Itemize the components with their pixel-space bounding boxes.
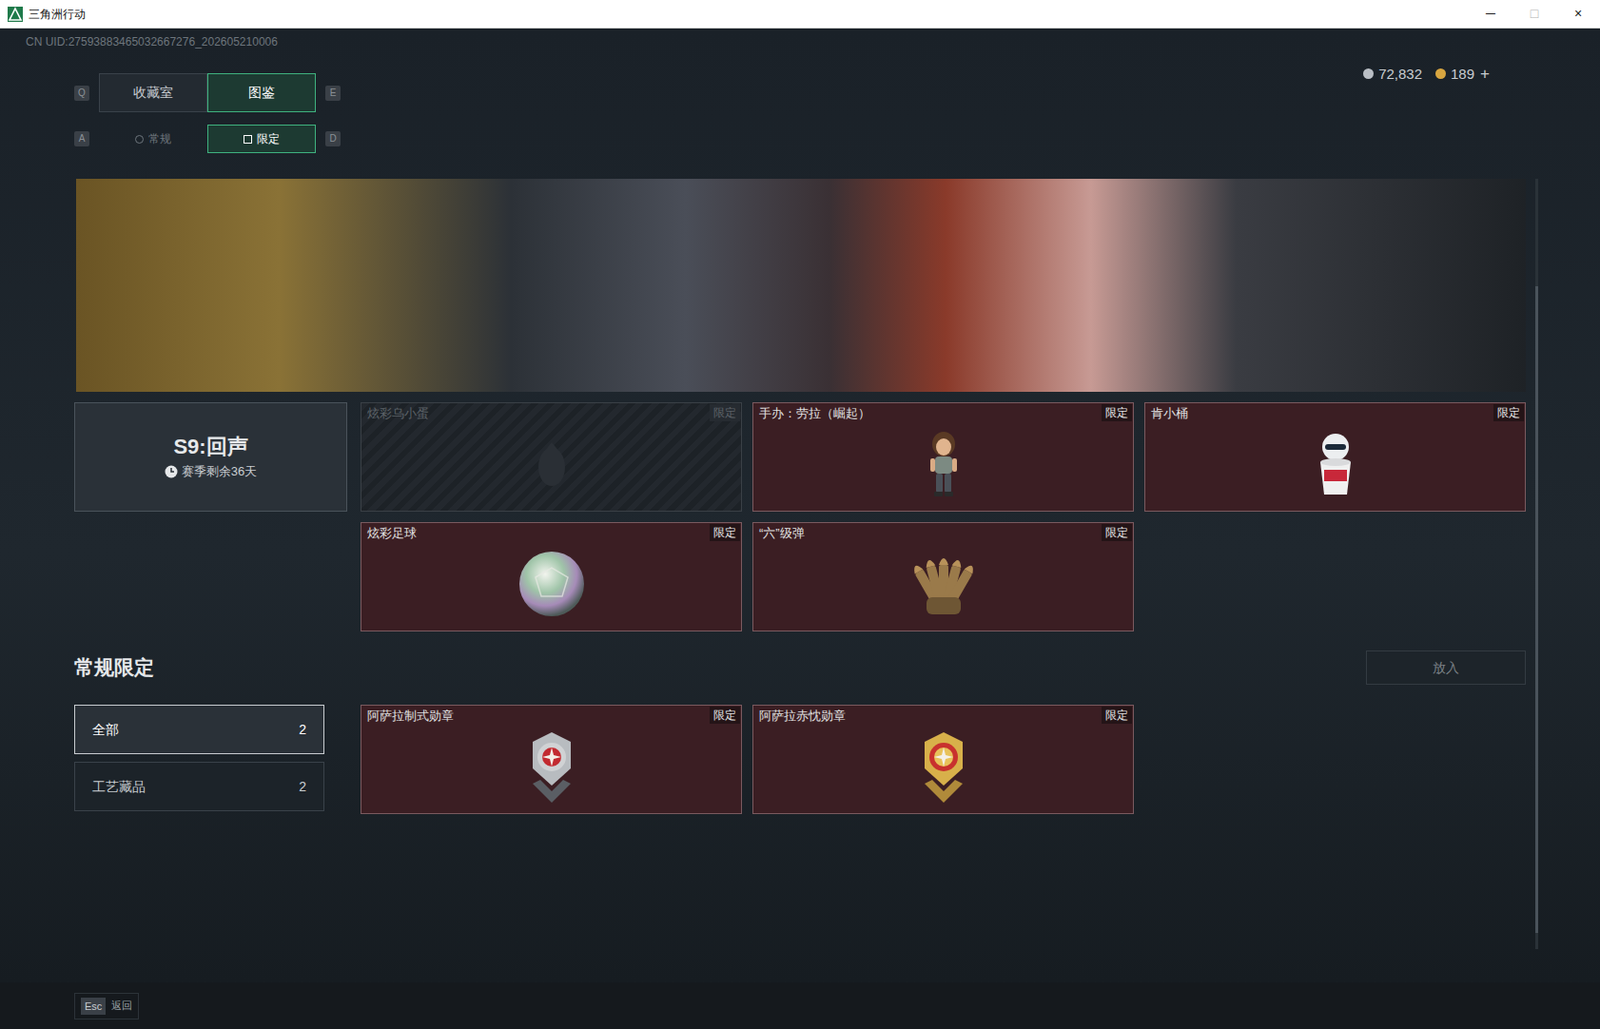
season-remaining: 赛季剩余36天 bbox=[181, 462, 257, 482]
main-tab[interactable]: 图鉴 bbox=[207, 73, 316, 113]
card-title: 肯小桶 bbox=[1145, 403, 1525, 423]
collection-card[interactable]: 手办：劳拉（崛起）限定 bbox=[752, 402, 1134, 512]
filter-item[interactable]: 工艺藏品2 bbox=[74, 761, 325, 812]
collection-card[interactable]: 肯小桶限定 bbox=[1144, 402, 1526, 512]
sub-tab[interactable]: 限定 bbox=[207, 124, 316, 154]
sub-tab[interactable]: 常规 bbox=[98, 124, 208, 154]
season-banner bbox=[76, 178, 1526, 392]
currency: 72,832 bbox=[1363, 63, 1423, 86]
back-button[interactable]: Esc返回 bbox=[74, 993, 139, 1020]
figure-icon bbox=[922, 429, 965, 500]
key-hint[interactable]: D bbox=[325, 131, 341, 147]
collection-card[interactable]: 炫彩足球限定 bbox=[360, 522, 742, 632]
scrollbar-thumb[interactable] bbox=[1535, 286, 1539, 934]
clock-icon bbox=[164, 465, 178, 479]
window-control[interactable]: × bbox=[1556, 0, 1600, 28]
collection-card[interactable]: “六”级弹限定 bbox=[752, 522, 1134, 632]
window-title: 三角洲行动 bbox=[28, 5, 86, 23]
collection-card[interactable]: 炫彩乌小蛋限定 bbox=[360, 402, 742, 512]
key-hint[interactable]: A bbox=[74, 131, 90, 147]
scrollbar[interactable] bbox=[1535, 178, 1539, 950]
app: 三角洲行动 ─□×CN UID:27593883465032667276_2026… bbox=[0, 0, 1600, 1029]
key-hint[interactable]: E bbox=[325, 85, 341, 101]
collection-card[interactable]: 阿萨拉赤忱勋章限定 bbox=[752, 704, 1134, 815]
sub-tabs: A 常规限定 D bbox=[0, 124, 1600, 154]
tab-icon bbox=[243, 135, 253, 144]
section-title: 常规限定 bbox=[74, 652, 155, 683]
filter-item[interactable]: 全部2 bbox=[74, 704, 325, 755]
tab-icon bbox=[135, 135, 144, 144]
card-title: 阿萨拉制式勋章 bbox=[361, 705, 742, 725]
season-title: S9:回声 bbox=[173, 433, 248, 461]
mascot-icon bbox=[1310, 429, 1361, 499]
title-bar: 三角洲行动 ─□× bbox=[0, 0, 1600, 29]
medal-icon bbox=[521, 726, 583, 807]
main-tab[interactable]: 收藏室 bbox=[98, 73, 208, 113]
card-title: 炫彩足球 bbox=[361, 523, 742, 543]
currency-bar: 72,832 189+ bbox=[1363, 61, 1490, 87]
limited-badge: 限定 bbox=[1101, 524, 1132, 542]
uid-label: CN UID:27593883465032667276_202605210006 bbox=[0, 28, 1600, 54]
card-title: 阿萨拉赤忱勋章 bbox=[753, 705, 1133, 725]
limited-badge: 限定 bbox=[1493, 404, 1524, 422]
limited-badge: 限定 bbox=[1101, 706, 1132, 724]
app-logo-icon bbox=[7, 6, 23, 22]
footer-bar: Esc返回 bbox=[0, 982, 1600, 1029]
coin-icon bbox=[1363, 68, 1374, 79]
add-currency-button[interactable]: + bbox=[1480, 61, 1490, 87]
collection-card[interactable]: 阿萨拉制式勋章限定 bbox=[360, 704, 742, 815]
limited-badge: 限定 bbox=[709, 706, 741, 724]
ball-icon bbox=[516, 548, 587, 620]
limited-badge: 限定 bbox=[709, 404, 741, 422]
currency: 189 bbox=[1435, 63, 1475, 86]
place-button[interactable]: 放入 bbox=[1365, 650, 1526, 685]
window-control[interactable]: □ bbox=[1512, 0, 1557, 28]
esc-key: Esc bbox=[80, 997, 106, 1015]
limited-badge: 限定 bbox=[1101, 404, 1132, 422]
limited-badge: 限定 bbox=[709, 524, 741, 542]
card-title: “六”级弹 bbox=[753, 523, 1133, 543]
main-tabs: Q 收藏室图鉴 E bbox=[74, 73, 341, 113]
key-hint[interactable]: Q bbox=[74, 85, 90, 101]
season-panel: S9:回声赛季剩余36天 bbox=[74, 402, 348, 512]
bullets-icon bbox=[903, 547, 984, 621]
medal-icon bbox=[913, 726, 975, 807]
egg-icon bbox=[532, 438, 571, 490]
coin-icon bbox=[1435, 68, 1446, 79]
card-title: 手办：劳拉（崛起） bbox=[753, 403, 1133, 423]
window-control[interactable]: ─ bbox=[1468, 0, 1513, 28]
filter-list: 全部2 工艺藏品2 bbox=[74, 704, 348, 815]
main-area: CN UID:27593883465032667276_202605210006… bbox=[0, 28, 1600, 983]
card-title: 炫彩乌小蛋 bbox=[361, 403, 742, 423]
